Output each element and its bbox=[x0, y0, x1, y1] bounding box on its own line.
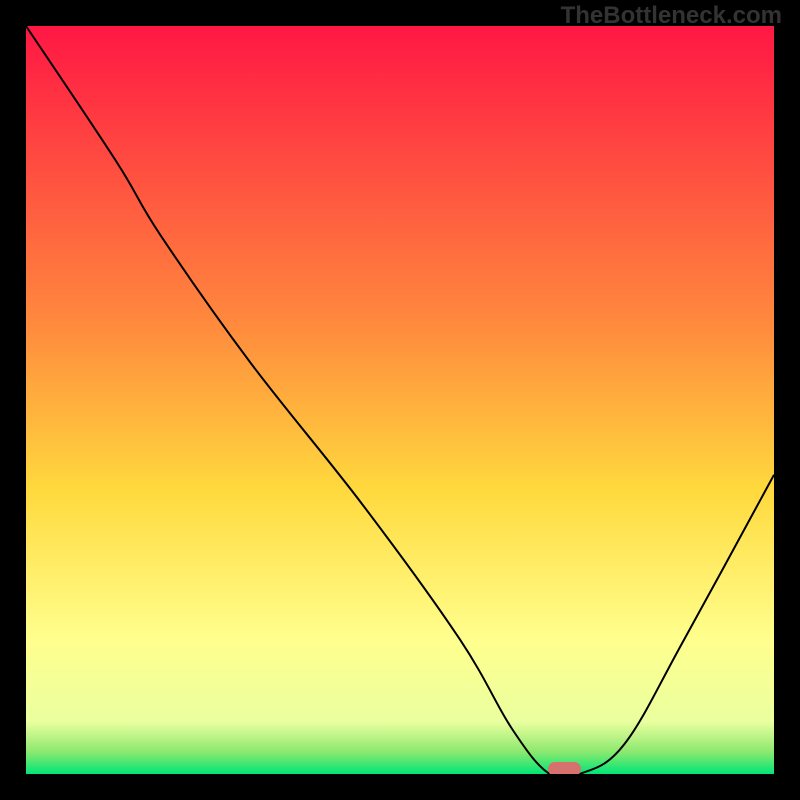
curve-layer bbox=[26, 26, 774, 774]
bottleneck-marker bbox=[548, 762, 582, 774]
bottleneck-curve bbox=[26, 26, 774, 774]
plot-frame bbox=[18, 18, 782, 782]
plot-area bbox=[26, 26, 774, 774]
watermark-text: TheBottleneck.com bbox=[561, 2, 782, 30]
